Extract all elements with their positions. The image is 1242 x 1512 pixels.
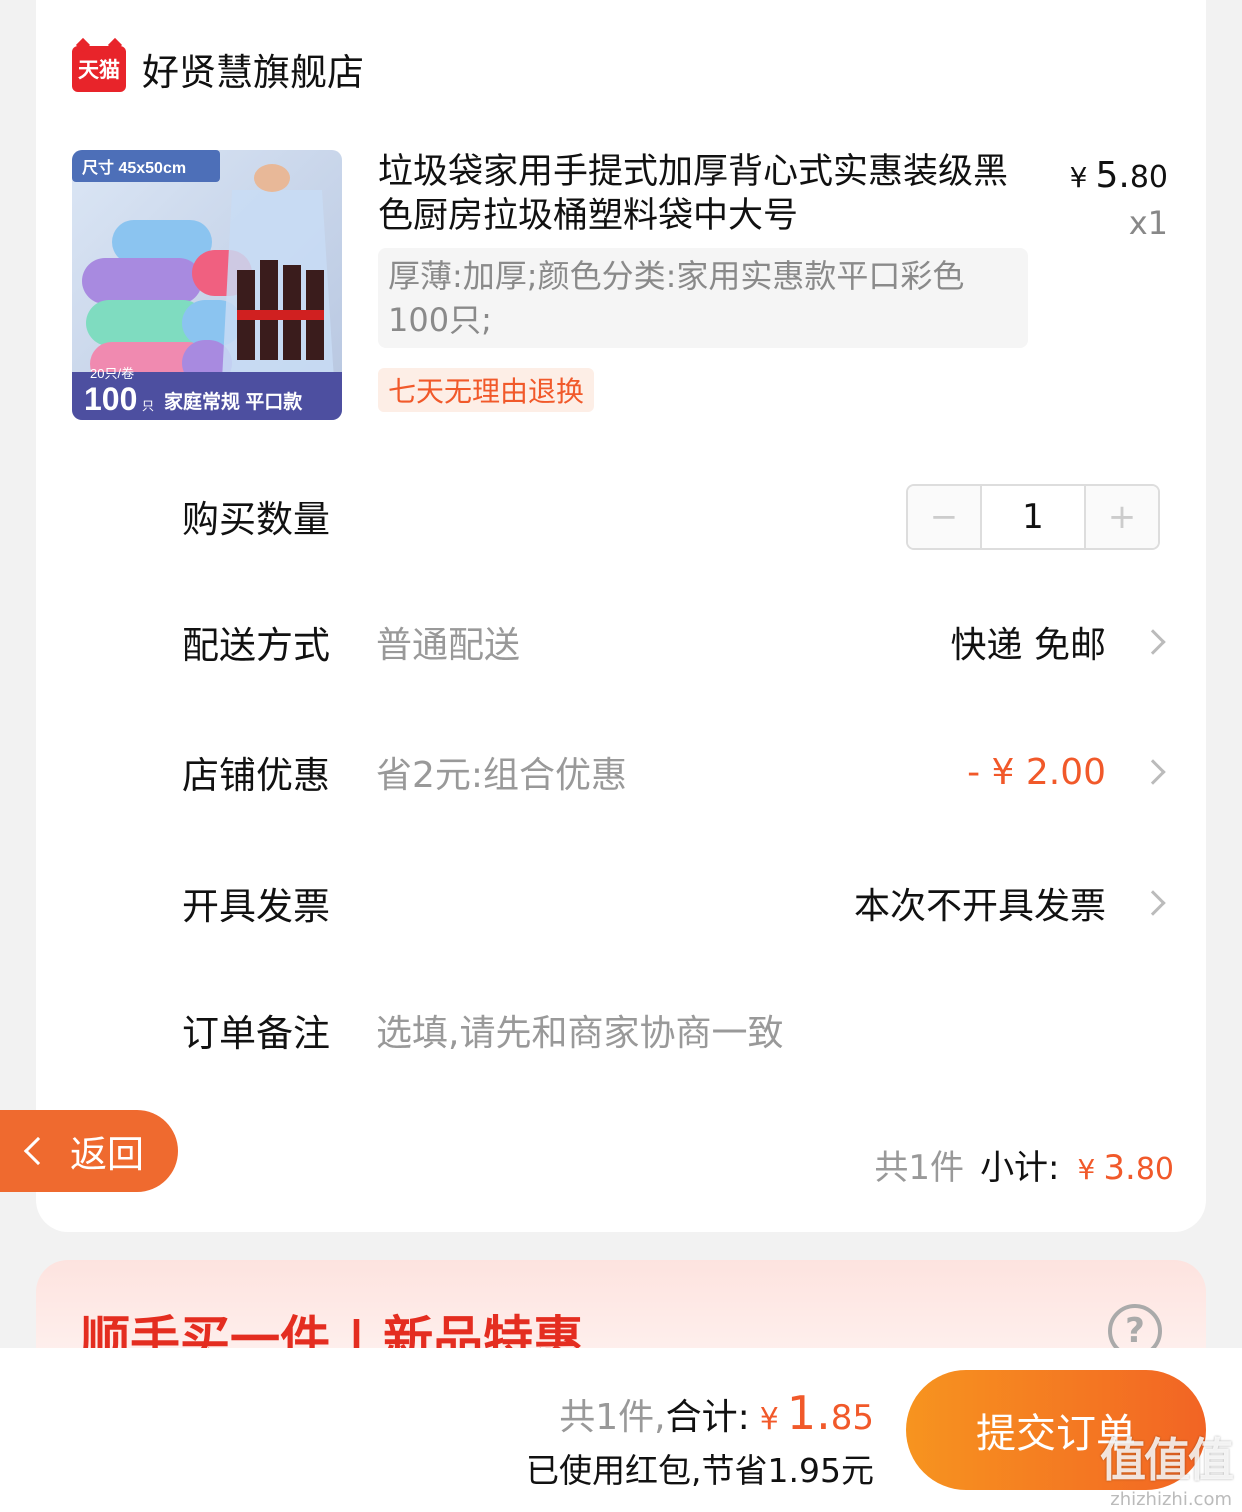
subtotal-dec: 80	[1135, 1152, 1174, 1187]
image-size-tag: 尺寸 45x50cm	[82, 158, 186, 177]
checkout-bar: 共1件, 合计: ¥1.85 已使用红包,节省1.95元 提交订单 值值值 zh…	[0, 1348, 1242, 1512]
subtotal-label: 小计:	[980, 1148, 1060, 1188]
store-header[interactable]: 天猫 好贤慧旗舰店	[72, 42, 364, 96]
delivery-value: 快递 免邮	[950, 625, 1106, 666]
product-title[interactable]: 垃圾袋家用手提式加厚背心式实惠装级黑色厨房拉圾桶塑料袋中大号	[378, 150, 1038, 238]
image-caption: 家庭常规 平口款	[164, 390, 303, 413]
red-packet-saving: 已使用红包,节省1.95元	[526, 1451, 874, 1490]
chevron-right-icon	[1140, 890, 1166, 916]
increase-button[interactable]: +	[1086, 486, 1158, 548]
chevron-left-icon	[23, 1136, 53, 1166]
remark-row: 订单备注 选填,请先和商家协商一致	[182, 1000, 1168, 1060]
remark-label: 订单备注	[182, 1012, 330, 1055]
total-int: 1.	[786, 1386, 831, 1440]
sku-spec[interactable]: 厚薄:加厚;颜色分类:家用实惠款平口彩色100只;	[378, 248, 1028, 348]
chevron-right-icon	[1140, 629, 1166, 655]
invoice-row[interactable]: 开具发票 本次不开具发票	[182, 873, 1168, 933]
store-discount-row[interactable]: 店铺优惠 省2元:组合优惠 - ¥ 2.00	[182, 742, 1168, 802]
invoice-value-group: 本次不开具发票	[854, 877, 1168, 929]
total-count: 共1件,	[559, 1397, 666, 1438]
watermark: 值值值	[1100, 1433, 1234, 1487]
delivery-row[interactable]: 配送方式 普通配送 快递 免邮	[182, 612, 1168, 672]
image-count: 100	[84, 381, 137, 417]
total-dec: 85	[830, 1398, 874, 1438]
image-count-unit: 只	[142, 399, 154, 413]
delivery-method: 普通配送	[376, 625, 521, 666]
total-line: 共1件, 合计: ¥1.85	[559, 1386, 874, 1440]
subtotal-currency: ¥	[1077, 1153, 1096, 1186]
product-image[interactable]: 尺寸 45x50cm 20只/卷 100 只 家庭常规 平口款	[72, 150, 342, 420]
order-card: 天猫 好贤慧旗舰店 尺寸 45x50cm 20只/卷 100 只 家庭常规 平口…	[36, 0, 1206, 1232]
store-name[interactable]: 好贤慧旗舰店	[142, 42, 364, 96]
quantity-stepper[interactable]: − 1 +	[906, 484, 1160, 550]
subtotal-int: 3.	[1103, 1148, 1136, 1188]
discount-value-group: - ¥ 2.00	[967, 752, 1168, 793]
back-button[interactable]: 返回	[0, 1110, 178, 1192]
delivery-label: 配送方式	[182, 624, 330, 667]
discount-amount: - ¥ 2.00	[967, 751, 1106, 793]
subtotal-count: 共1件	[874, 1148, 965, 1188]
total-amount: ¥1.85	[760, 1386, 874, 1440]
invoice-label: 开具发票	[182, 885, 330, 928]
remark-input[interactable]: 选填,请先和商家协商一致	[376, 1004, 783, 1056]
delivery-value-group: 快递 免邮	[951, 616, 1168, 668]
total-currency: ¥	[759, 1402, 779, 1437]
image-per-roll: 20只/卷	[90, 366, 134, 381]
tmall-logo-text: 天猫	[78, 58, 120, 82]
discount-desc: 省2元:组合优惠	[376, 755, 628, 796]
back-label: 返回	[70, 1133, 144, 1176]
price-int: 5.	[1095, 155, 1130, 196]
chevron-right-icon	[1140, 759, 1166, 785]
price-dec: 80	[1129, 160, 1168, 195]
unit-price: ¥5.80	[1070, 155, 1168, 196]
price-currency: ¥	[1069, 161, 1088, 194]
subtotal: 共1件 小计: ¥3.80	[874, 1140, 1174, 1189]
total-label: 合计:	[665, 1397, 750, 1438]
quantity-multiplier: x1	[1128, 204, 1168, 242]
quantity-value[interactable]: 1	[980, 486, 1086, 548]
subtotal-amount: ¥3.80	[1078, 1148, 1174, 1188]
order-confirm-page: 天猫 好贤慧旗舰店 尺寸 45x50cm 20只/卷 100 只 家庭常规 平口…	[0, 0, 1242, 1512]
decrease-button[interactable]: −	[908, 486, 980, 548]
watermark-url: zhizhizhi.com	[1110, 1489, 1232, 1510]
quantity-label: 购买数量	[182, 498, 330, 541]
garbage-bag-rolls-image: 尺寸 45x50cm 20只/卷 100 只 家庭常规 平口款	[72, 150, 342, 420]
return-policy-badge: 七天无理由退换	[378, 368, 595, 412]
tmall-logo: 天猫	[72, 46, 126, 92]
invoice-value: 本次不开具发票	[853, 886, 1106, 927]
price-column: ¥5.80 x1	[1070, 155, 1168, 242]
discount-label: 店铺优惠	[182, 754, 330, 797]
